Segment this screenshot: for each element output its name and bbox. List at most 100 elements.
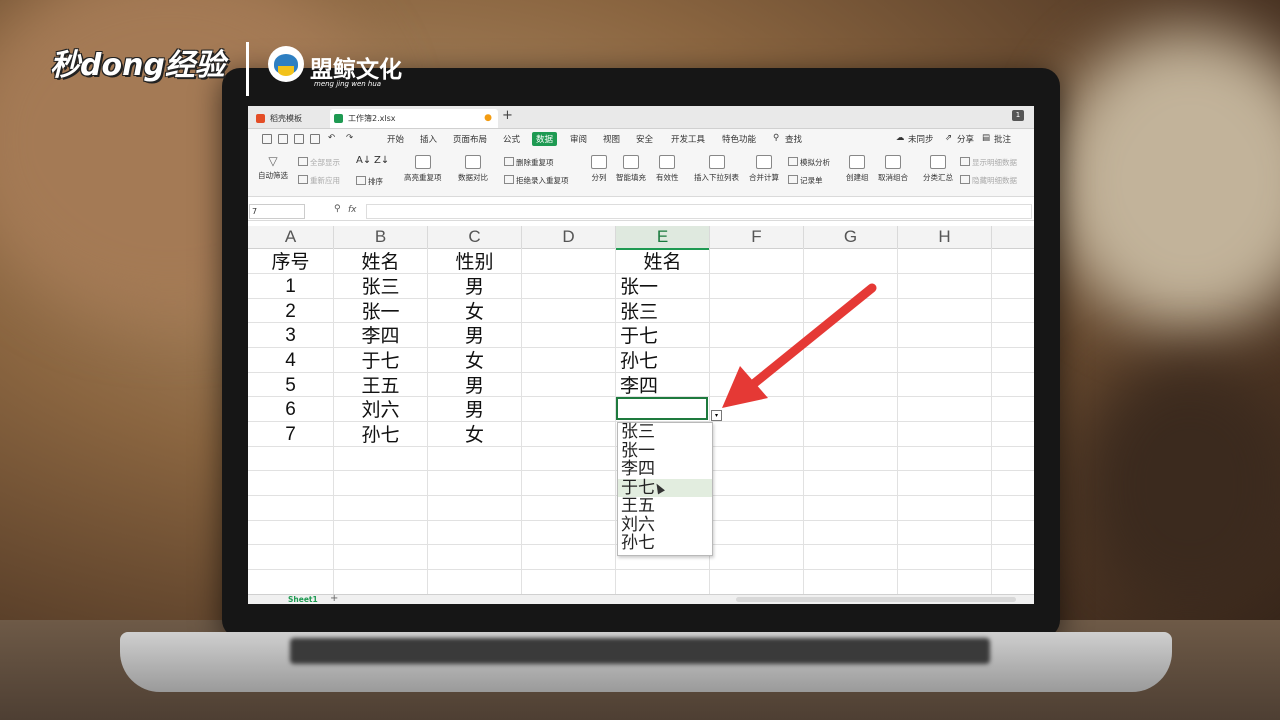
zoom-icon[interactable]: ⚲ [334,204,341,214]
reapply-button[interactable]: 重新应用 [298,175,340,186]
cell-c5[interactable]: 女 [428,348,521,372]
search-button[interactable]: 查找 [785,133,802,145]
undo-icon[interactable]: ↶ [328,133,335,143]
sort-desc-icon[interactable]: Z↓ [374,155,389,166]
tab-docer-templates[interactable]: 稻壳模板 [252,109,342,128]
column-header-g[interactable]: G [804,226,898,249]
cell-e6[interactable]: 李四 [616,373,709,397]
menu-item-formula[interactable]: 公式 [503,133,520,145]
sheet-tab-sheet1[interactable]: Sheet1 [288,595,318,604]
column-header-e[interactable]: E [616,226,710,250]
cell-e3[interactable]: 张三 [616,299,709,323]
consolidate-button[interactable]: 合并计算 [749,155,779,183]
cell-e4[interactable]: 于七 [616,323,709,347]
data-compare-button[interactable]: 数据对比 [458,155,488,183]
show-all-button[interactable]: 全部显示 [298,157,340,168]
record-form-button[interactable]: 记录单 [788,175,823,186]
ungroup-button[interactable]: 取消组合 [878,155,908,183]
menu-item-insert[interactable]: 插入 [420,133,437,145]
add-sheet-button[interactable]: + [330,593,338,604]
menu-item-view[interactable]: 视图 [603,133,620,145]
show-detail-button[interactable]: 显示明细数据 [960,157,1017,168]
simulation-button[interactable]: 模拟分析 [788,157,830,168]
share-button[interactable]: 分享 [957,133,974,145]
column-header-f[interactable]: F [710,226,804,249]
cell-a5[interactable]: 4 [248,348,333,372]
cell-c3[interactable]: 女 [428,299,521,323]
window-count-badge[interactable]: 1 [1012,110,1024,121]
subtotal-button[interactable]: 分类汇总 [923,155,953,183]
cell-b4[interactable]: 李四 [334,323,427,347]
menu-item-data[interactable]: 数据 [532,132,558,146]
menu-item-developer[interactable]: 开发工具 [671,133,705,145]
new-tab-button[interactable]: + [502,108,513,123]
menu-item-start[interactable]: 开始 [387,133,404,145]
cell-c6[interactable]: 男 [428,373,521,397]
cell-b6[interactable]: 王五 [334,373,427,397]
cell-b3[interactable]: 张一 [334,299,427,323]
cell-a3[interactable]: 2 [248,299,333,323]
cell-b8[interactable]: 孙七 [334,422,427,446]
sort-button[interactable]: 排序 [356,176,383,187]
validity-button[interactable]: 有效性 [656,155,679,183]
column-header-a[interactable]: A [248,226,334,249]
dropdown-option[interactable]: 刘六 [618,515,712,535]
search-icon[interactable]: ⚲ [773,133,779,143]
cell-a8[interactable]: 7 [248,422,333,446]
reject-duplicates-button[interactable]: 拒绝录入重复项 [504,175,569,186]
insert-dropdown-button[interactable]: 插入下拉列表 [694,155,739,183]
dropdown-option[interactable]: 张三 [618,423,712,442]
dropdown-option[interactable]: 李四 [618,460,712,479]
cell-a2[interactable]: 1 [248,274,333,298]
column-header-h[interactable]: H [898,226,992,249]
cell-b7[interactable]: 刘六 [334,397,427,421]
horizontal-scrollbar[interactable] [736,597,1016,602]
cell-c7[interactable]: 男 [428,397,521,421]
export-icon[interactable] [310,134,320,144]
delete-duplicates-button[interactable]: 删除重复项 [504,157,554,168]
print-preview-icon[interactable] [278,134,288,144]
redo-icon[interactable]: ↷ [346,133,353,143]
highlight-duplicates-button[interactable]: 高亮重复项 [404,155,442,183]
active-cell-e7[interactable] [616,397,708,420]
cell-e5[interactable]: 孙七 [616,348,709,372]
cell-b2[interactable]: 张三 [334,274,427,298]
split-column-button[interactable]: 分列 [591,155,607,183]
cell-e2[interactable]: 张一 [616,274,709,298]
cell-a7[interactable]: 6 [248,397,333,421]
cell-c2[interactable]: 男 [428,274,521,298]
dropdown-option-highlighted[interactable]: 于七 [618,478,712,497]
cell-e1[interactable]: 姓名 [616,249,709,273]
menu-item-security[interactable]: 安全 [636,133,653,145]
sync-status[interactable]: 未同步 [908,133,934,145]
save-icon[interactable] [262,134,272,144]
cell-a6[interactable]: 5 [248,373,333,397]
column-header-c[interactable]: C [428,226,522,249]
name-box[interactable]: 7 [249,204,305,219]
cell-c1[interactable]: 性别 [428,249,521,273]
fx-icon[interactable]: fx [348,205,357,215]
auto-filter-button[interactable]: ▽ 自动筛选 [258,155,288,181]
smart-fill-button[interactable]: 智能填充 [616,155,646,183]
column-header-d[interactable]: D [522,226,616,249]
menu-item-features[interactable]: 特色功能 [722,133,756,145]
cell-a1[interactable]: 序号 [248,249,333,273]
menu-item-review[interactable]: 审阅 [570,133,587,145]
dropdown-option[interactable]: 孙七 [618,534,712,553]
formula-input[interactable] [366,204,1032,219]
dropdown-option[interactable]: 张一 [618,441,712,461]
menu-item-page-layout[interactable]: 页面布局 [453,133,487,145]
sort-asc-icon[interactable]: A↓ [356,155,371,166]
print-icon[interactable] [294,134,304,144]
tab-workbook[interactable]: 工作簿2.xlsx ● [330,109,498,128]
comment-button[interactable]: 批注 [994,133,1011,145]
dropdown-option[interactable]: 王五 [618,497,712,516]
column-header-b[interactable]: B [334,226,428,249]
cell-c8[interactable]: 女 [428,422,521,446]
create-group-button[interactable]: 创建组 [846,155,869,183]
cell-c4[interactable]: 男 [428,323,521,347]
cell-b1[interactable]: 姓名 [334,249,427,273]
hide-detail-button[interactable]: 隐藏明细数据 [960,175,1017,186]
cell-b5[interactable]: 于七 [334,348,427,372]
cell-a4[interactable]: 3 [248,323,333,347]
